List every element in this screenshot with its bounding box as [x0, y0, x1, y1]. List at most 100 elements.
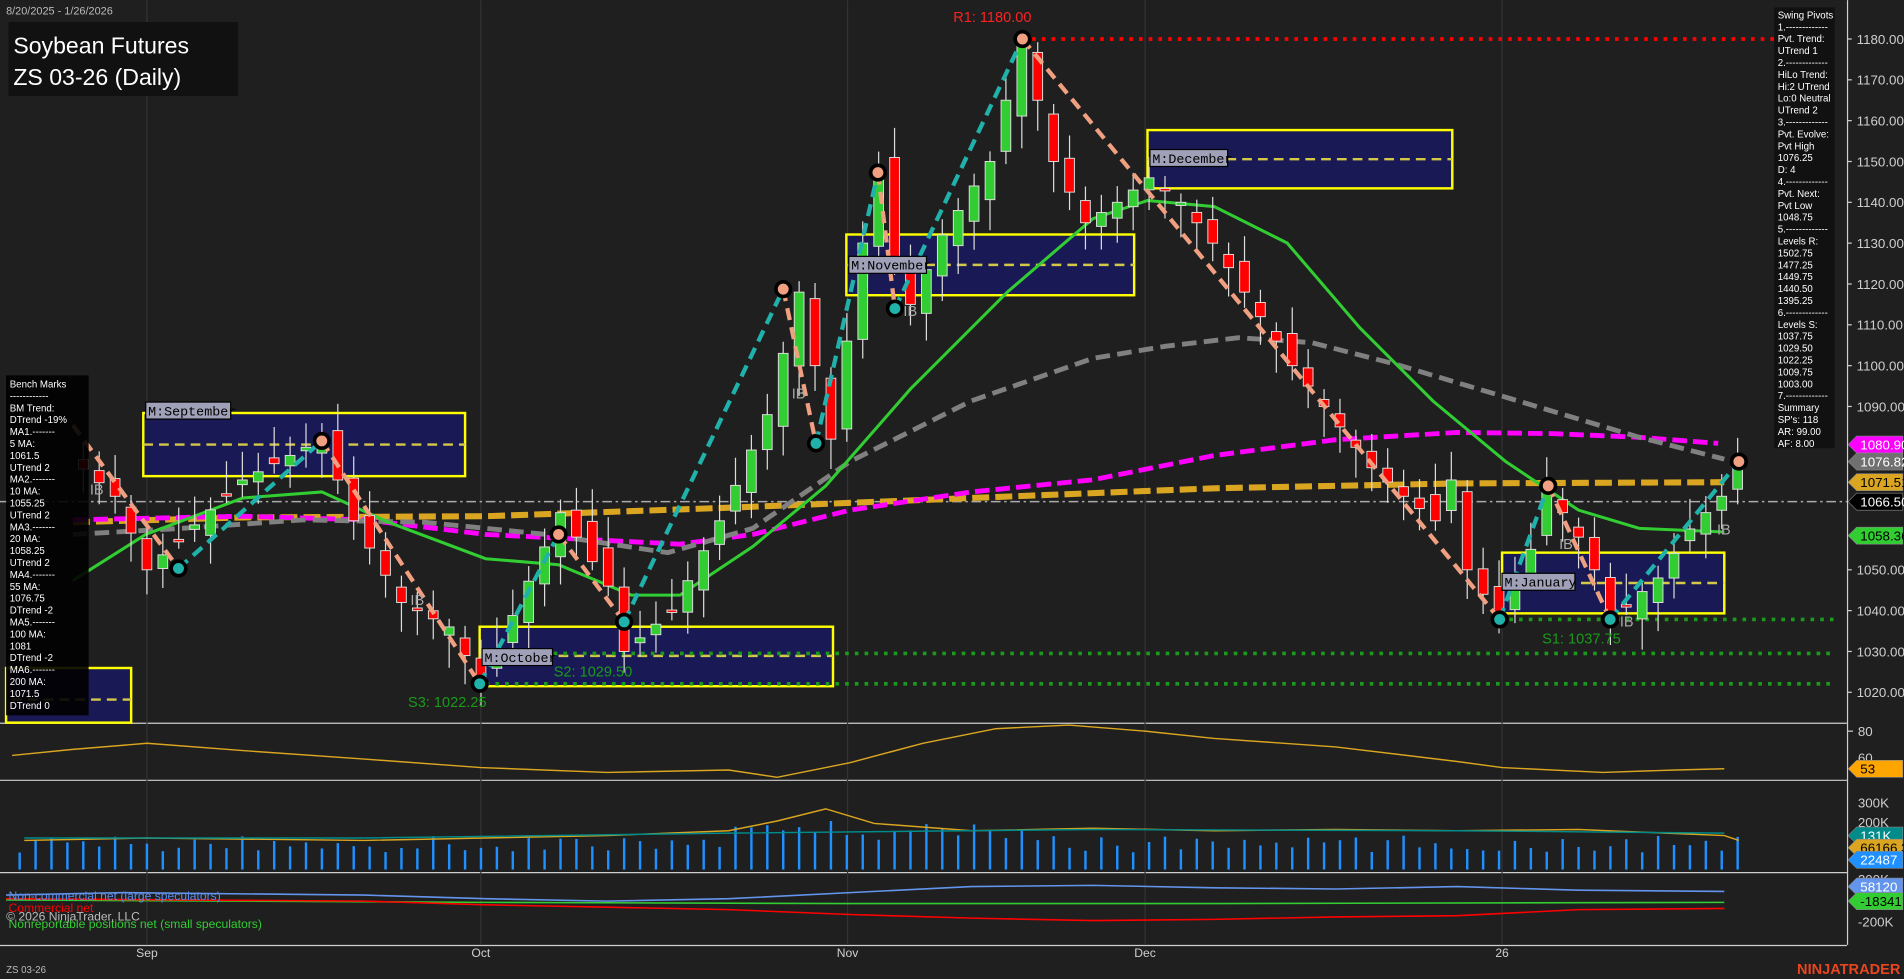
bench-line: 200 MA: [10, 677, 46, 688]
volume-bar [336, 843, 340, 870]
candle-down [602, 547, 614, 587]
volume-bar [1020, 830, 1024, 870]
ib-label: IB [90, 482, 104, 498]
candle-up [1445, 479, 1457, 511]
volume-bar [66, 842, 69, 870]
volume-bar [50, 838, 53, 870]
volume-bar [845, 834, 849, 870]
candle-up [968, 185, 980, 222]
volume-bar [113, 836, 117, 870]
candle-up [1636, 591, 1648, 620]
s1-label: S1: 1037.75 [1542, 632, 1621, 648]
volume-bar [209, 843, 212, 870]
candle-up [634, 637, 646, 644]
candle-down [1159, 188, 1171, 192]
candle-down [1573, 526, 1584, 538]
bench-line: DTrend -2 [10, 653, 53, 664]
volume-bar [1370, 851, 1373, 870]
month-label-september: M:September [148, 405, 236, 420]
bench-line: 1081 [10, 641, 32, 652]
candle-down [1414, 497, 1425, 510]
volume-bar [1322, 842, 1326, 870]
pivots-line: 1037.75 [1778, 332, 1813, 343]
candle-up [1000, 99, 1012, 152]
price-badge-label: 53 [1860, 762, 1875, 777]
candle-down [1223, 253, 1234, 269]
date-axis-26: 26 [1495, 946, 1509, 960]
ib-label: IB [410, 593, 424, 609]
month-label-january: M:January [1505, 577, 1577, 592]
volume-bar [1243, 839, 1246, 870]
pivots-line: 4.------------- [1778, 177, 1828, 188]
bench-line: MA2.------- [10, 475, 55, 486]
candle-down [1239, 260, 1250, 293]
candle-up [189, 524, 200, 530]
volume-bar [988, 830, 992, 870]
candle-up [682, 580, 694, 613]
volume-bar [193, 839, 196, 870]
price-badge [1847, 759, 1904, 778]
bench-line: 100 MA: [10, 629, 46, 640]
candle-up [237, 479, 248, 486]
bench-line: MA3.------- [10, 522, 55, 533]
pivots-line: AF: 8.00 [1778, 439, 1815, 450]
volume-bar [511, 851, 515, 870]
pivots-line: 3.------------- [1778, 117, 1828, 128]
candle-up [205, 509, 216, 536]
chart-title: Soybean Futures [13, 33, 189, 59]
volume-bar [638, 841, 642, 870]
candle-down [1207, 219, 1219, 244]
volume-bar [1577, 846, 1580, 870]
price-axis-label: 1170.00 [1857, 73, 1904, 88]
bench-line: UTrend 2 [10, 463, 50, 474]
volume-bar [1434, 843, 1437, 870]
pivots-line: 1029.50 [1778, 344, 1814, 355]
candle-down [1080, 200, 1091, 224]
candle-down [1620, 604, 1632, 608]
copyright: © 2026 NinjaTrader, LLC [6, 910, 140, 924]
candle-down [889, 156, 900, 265]
volume-bar [1338, 840, 1342, 870]
volume-bar [1306, 837, 1310, 870]
s3-label: S3: 1022.25 [408, 695, 487, 711]
candle-up [1016, 38, 1028, 117]
pivots-line: Pvt. Evolve: [1778, 129, 1829, 140]
candle-up [1652, 577, 1664, 603]
candle-up [1111, 201, 1123, 219]
candle-up [650, 623, 662, 636]
pivots-line: 2.------------- [1778, 58, 1828, 69]
volume-bar [1720, 850, 1723, 870]
price-badges: 1080.90 1076.82 1071.51 1066.50 1058.36 [1847, 435, 1904, 545]
volume-bar [1004, 838, 1008, 870]
volume-bar [591, 846, 594, 870]
price-axis-label: 1160.00 [1857, 114, 1904, 129]
candle-down [221, 493, 232, 497]
candle-down [1398, 486, 1409, 497]
volume-bar [877, 839, 880, 870]
price-axis-label: 1100.00 [1857, 359, 1904, 374]
volume-bar [416, 848, 419, 870]
bench-line: 10 MA: [10, 487, 41, 498]
price-badge-label: 1076.82 [1860, 454, 1904, 469]
candle-up [252, 471, 264, 483]
price-chart[interactable]: M:September M:October M:November M:Decem… [0, 0, 1904, 979]
candle-down [93, 470, 105, 484]
month-label-december: M:December [1152, 153, 1232, 168]
volume-bar [654, 848, 658, 870]
volume-bar [384, 852, 387, 870]
candle-down [571, 509, 582, 538]
volume-bar [1640, 852, 1644, 870]
bench-line: DTrend -19% [10, 415, 68, 426]
candle-down [586, 520, 598, 563]
bench-line: 20 MA: [10, 534, 41, 545]
volume-bar [1052, 836, 1055, 870]
volume-bar [1179, 849, 1183, 870]
volume-bar [241, 836, 244, 870]
volume-bar [1291, 847, 1294, 870]
candle-down [348, 477, 360, 522]
volume-bar [225, 848, 228, 870]
price-axis-label: 1150.00 [1857, 154, 1904, 169]
pivots-line: Lo:0 Neutral [1778, 94, 1831, 105]
volume-bar [702, 839, 705, 870]
volume-bar [257, 850, 260, 870]
